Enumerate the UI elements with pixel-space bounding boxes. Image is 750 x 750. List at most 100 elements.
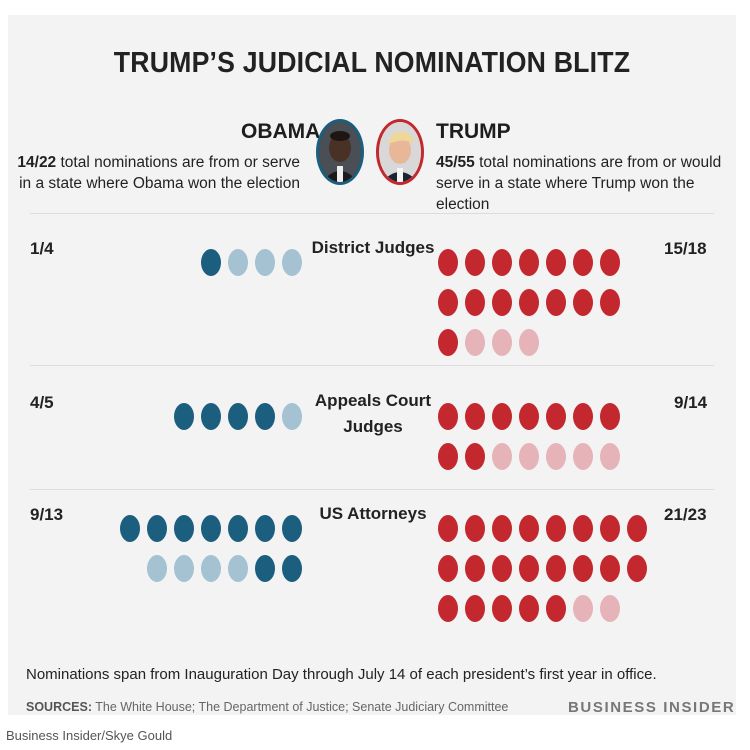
obama-in-state-dot <box>255 403 275 430</box>
trump-in-state-dot <box>492 403 512 430</box>
obama-other-dot <box>228 249 248 276</box>
divider <box>30 489 714 490</box>
trump-in-state-dot <box>438 595 458 622</box>
obama-in-state-dot <box>174 515 194 542</box>
trump-in-state-dot <box>519 515 539 542</box>
trump-in-state-dot <box>465 595 485 622</box>
trump-other-dot <box>465 329 485 356</box>
obama-in-state-dot <box>201 249 221 276</box>
trump-in-state-dot <box>492 515 512 542</box>
obama-other-dot <box>282 403 302 430</box>
trump-in-state-dot <box>465 289 485 316</box>
category-line1: District Judges <box>311 238 435 257</box>
obama-description: 14/22 total nominations are from or serv… <box>8 152 300 194</box>
obama-in-state-dot <box>255 515 275 542</box>
trump-in-state-dot <box>438 555 458 582</box>
trump-in-state-dot <box>546 403 566 430</box>
obama-other-dot <box>147 555 167 582</box>
trump-appeals-judges-count: 9/14 <box>674 393 708 412</box>
obama-other-dot <box>228 555 248 582</box>
sources-label: SOURCES: <box>26 700 92 714</box>
trump-in-state-dot <box>600 555 620 582</box>
trump-other-dot <box>573 443 593 470</box>
sources-text: The White House; The Department of Justi… <box>91 700 509 714</box>
brand-logo: BUSINESS INSIDER <box>568 699 736 716</box>
trump-district-judges-count: 15/18 <box>664 239 707 258</box>
trump-in-state-dot <box>546 289 566 316</box>
infographic-panel: TRUMP’S JUDICIAL NOMINATION BLITZ OBAMA … <box>8 15 736 716</box>
obama-in-state-dot <box>255 555 275 582</box>
trump-other-dot <box>600 443 620 470</box>
trump-in-state-dot <box>465 515 485 542</box>
obama-us-attorneys-count: 9/13 <box>30 505 64 524</box>
trump-other-dot <box>519 329 539 356</box>
obama-fraction: 14/22 <box>17 154 57 171</box>
obama-portrait-icon <box>316 119 364 185</box>
category-line1: US Attorneys <box>319 504 427 523</box>
obama-in-state-dot <box>120 515 140 542</box>
trump-in-state-dot <box>519 403 539 430</box>
obama-in-state-dot <box>228 515 248 542</box>
obama-in-state-dot <box>282 515 302 542</box>
trump-in-state-dot <box>600 289 620 316</box>
obama-desc-line1: total nominations are from or serve <box>56 154 300 171</box>
trump-in-state-dot <box>519 289 539 316</box>
obama-other-dot <box>174 555 194 582</box>
trump-other-dot <box>492 329 512 356</box>
trump-other-dot <box>519 443 539 470</box>
trump-in-state-dot <box>627 515 647 542</box>
trump-in-state-dot <box>600 403 620 430</box>
obama-in-state-dot <box>201 403 221 430</box>
trump-in-state-dot <box>573 289 593 316</box>
obama-in-state-dot <box>174 403 194 430</box>
category-label-appeals-court-judges: Appeals Court Judges <box>308 388 438 440</box>
obama-district-judges-count: 1/4 <box>30 239 54 258</box>
trump-other-dot <box>492 443 512 470</box>
trump-description: 45/55 total nominations are from or woul… <box>436 152 736 215</box>
trump-in-state-dot <box>492 249 512 276</box>
trump-in-state-dot <box>546 515 566 542</box>
trump-in-state-dot <box>438 249 458 276</box>
trump-in-state-dot <box>465 555 485 582</box>
trump-other-dot <box>600 595 620 622</box>
trump-in-state-dot <box>492 555 512 582</box>
category-line1: Appeals Court <box>314 391 432 410</box>
divider <box>30 365 714 366</box>
trump-portrait-icon <box>376 119 424 185</box>
category-label-district-judges: District Judges <box>308 235 438 261</box>
category-line2: Judges <box>343 417 403 436</box>
image-credit: Business Insider/Skye Gould <box>6 728 173 743</box>
trump-desc-line1: total nominations are from or would <box>474 154 722 171</box>
trump-in-state-dot <box>438 515 458 542</box>
trump-in-state-dot <box>438 403 458 430</box>
trump-in-state-dot <box>465 403 485 430</box>
trump-in-state-dot <box>519 595 539 622</box>
trump-in-state-dot <box>573 249 593 276</box>
footnote: Nominations span from Inauguration Day t… <box>26 666 657 683</box>
trump-other-dot <box>573 595 593 622</box>
category-label-us-attorneys: US Attorneys <box>308 501 438 527</box>
sources: SOURCES: The White House; The Department… <box>26 700 508 714</box>
chart-title: TRUMP’S JUDICIAL NOMINATION BLITZ <box>113 47 631 79</box>
obama-in-state-dot <box>201 515 221 542</box>
obama-other-dot <box>201 555 221 582</box>
divider <box>30 213 714 214</box>
obama-appeals-judges-count: 4/5 <box>30 393 54 412</box>
trump-in-state-dot <box>519 555 539 582</box>
obama-in-state-dot <box>147 515 167 542</box>
trump-in-state-dot <box>546 249 566 276</box>
trump-other-dot <box>546 443 566 470</box>
trump-in-state-dot <box>465 443 485 470</box>
trump-in-state-dot <box>573 555 593 582</box>
trump-in-state-dot <box>465 249 485 276</box>
trump-in-state-dot <box>600 515 620 542</box>
trump-in-state-dot <box>492 289 512 316</box>
obama-other-dot <box>282 249 302 276</box>
trump-fraction: 45/55 <box>436 154 475 171</box>
trump-in-state-dot <box>573 403 593 430</box>
trump-in-state-dot <box>573 515 593 542</box>
trump-us-attorneys-count: 21/23 <box>664 505 707 524</box>
trump-in-state-dot <box>519 249 539 276</box>
obama-name: OBAMA <box>241 120 321 143</box>
trump-in-state-dot <box>600 249 620 276</box>
